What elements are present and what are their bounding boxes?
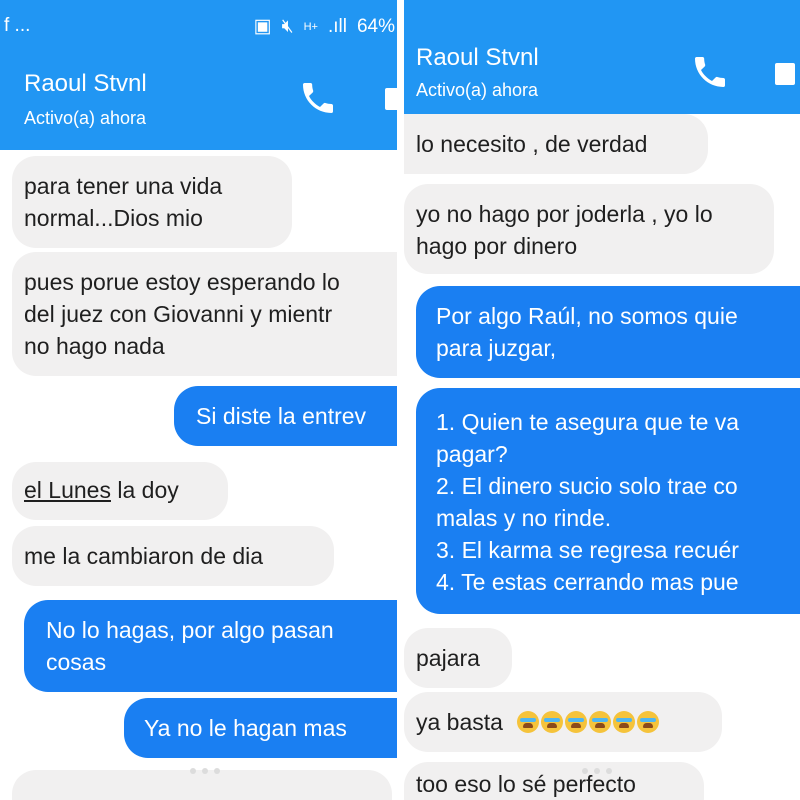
message-line: 1. Quien te asegura que te va <box>436 409 740 435</box>
message-incoming: ya basta <box>404 692 722 752</box>
message-incoming: pues porue estoy esperando lo del juez c… <box>12 252 397 376</box>
message-line: para juzgar, <box>436 335 557 361</box>
message-line: No lo hagas, por algo pasan <box>46 617 334 643</box>
crying-face-emoji-icon <box>517 711 540 733</box>
emoji-row <box>515 709 660 735</box>
contact-status: Activo(a) ahora <box>24 108 147 128</box>
page-indicator <box>582 768 612 774</box>
message-line: hago por dinero <box>416 233 578 259</box>
message-outgoing: Si diste la entrev <box>174 386 397 446</box>
message-line: normal...Dios mio <box>24 205 203 231</box>
message-incoming-partial <box>12 770 392 800</box>
message-line: 4. Te estas cerrando mas pue <box>436 569 739 595</box>
message-line: cosas <box>46 649 107 675</box>
message-line: no hago nada <box>24 333 165 359</box>
phone-call-icon[interactable] <box>690 52 730 92</box>
crying-face-emoji-icon <box>565 711 588 733</box>
message-incoming: lo necesito , de verdad <box>404 114 708 174</box>
signal-icon: .ıll <box>327 15 347 37</box>
message-outgoing: Ya no le hagan mas <box>124 698 397 758</box>
message-outgoing: 1. Quien te asegura que te va pagar? 2. … <box>416 388 800 614</box>
message-text: la doy <box>110 477 179 503</box>
message-line: lo necesito , de verdad <box>416 131 648 157</box>
message-incoming: pajara <box>404 628 512 688</box>
left-screenshot: f ... ▣ 🔇︎ H+ .ıll 64% Raoul Stvnl Activ… <box>0 0 397 800</box>
message-line: pagar? <box>436 441 508 467</box>
mute-icon: 🔇︎ <box>281 15 294 37</box>
crying-face-emoji-icon <box>637 711 660 733</box>
message-incoming: me la cambiaron de dia <box>12 526 334 586</box>
collage-divider <box>397 0 404 800</box>
message-outgoing: No lo hagas, por algo pasan cosas <box>24 600 397 692</box>
video-call-icon[interactable] <box>775 63 795 85</box>
conversation-header: Raoul Stvnl Activo(a) ahora <box>404 0 800 114</box>
message-line: Si diste la entrev <box>196 403 367 429</box>
right-screenshot: Raoul Stvnl Activo(a) ahora lo necesito … <box>404 0 800 800</box>
network-type: H+ <box>303 20 318 33</box>
message-line: pues porue estoy esperando lo <box>24 269 340 295</box>
crying-face-emoji-icon <box>613 711 636 733</box>
message-line: malas y no rinde. <box>436 505 612 531</box>
phone-call-icon[interactable] <box>298 78 338 118</box>
screenshot-icon: ▣ <box>253 16 272 37</box>
message-incoming: yo no hago por joderla , yo lo hago por … <box>404 184 774 274</box>
video-call-icon[interactable] <box>385 88 397 110</box>
contact-name[interactable]: Raoul Stvnl <box>416 44 539 72</box>
message-line: del juez con Giovanni y mientr <box>24 301 333 327</box>
notification-icons: f ... <box>4 15 31 36</box>
message-link[interactable]: el Lunes <box>24 477 111 503</box>
message-line: para tener una vida <box>24 173 223 199</box>
message-line: Por algo Raúl, no somos quie <box>436 303 738 329</box>
crying-face-emoji-icon <box>541 711 564 733</box>
contact-name[interactable]: Raoul Stvnl <box>24 70 147 98</box>
status-bar: f ... ▣ 🔇︎ H+ .ıll 64% <box>0 0 397 48</box>
crying-face-emoji-icon <box>589 711 612 733</box>
message-text: ya basta <box>416 709 503 735</box>
message-line: 2. El dinero sucio solo trae co <box>436 473 738 499</box>
message-outgoing: Por algo Raúl, no somos quie para juzgar… <box>416 286 800 378</box>
page-indicator <box>190 768 220 774</box>
message-incoming: el Lunes la doy <box>12 462 228 520</box>
message-line: me la cambiaron de dia <box>24 543 264 569</box>
message-line: too eso lo sé perfecto <box>416 771 636 797</box>
message-line: 3. El karma se regresa recuér <box>436 537 739 563</box>
contact-status: Activo(a) ahora <box>416 80 539 100</box>
battery-level: 64% <box>356 15 395 37</box>
message-incoming: too eso lo sé perfecto <box>404 762 704 800</box>
conversation-header: Raoul Stvnl Activo(a) ahora <box>0 48 397 150</box>
message-line: Ya no le hagan mas <box>144 715 347 741</box>
message-line: pajara <box>416 645 480 671</box>
message-incoming: para tener una vida normal...Dios mio <box>12 156 292 248</box>
message-line: yo no hago por joderla , yo lo <box>416 201 713 227</box>
